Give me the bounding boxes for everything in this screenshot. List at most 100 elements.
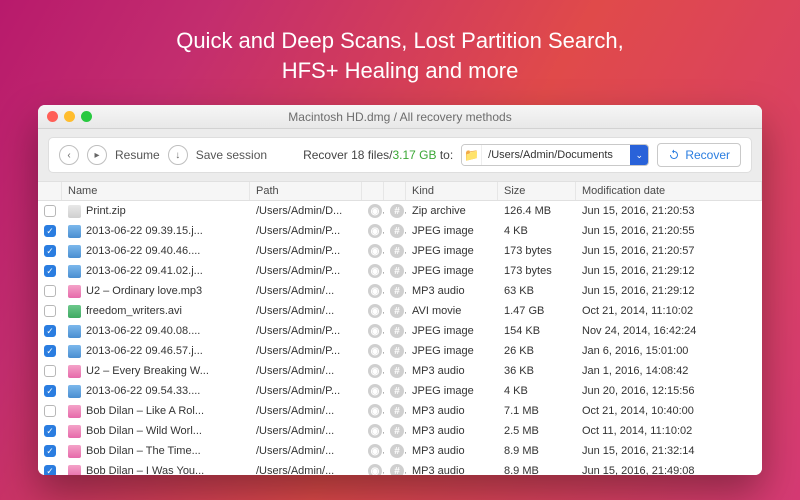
table-row[interactable]: ✓ 2013-06-22 09.39.15.j... /Users/Admin/P.… xyxy=(38,221,762,241)
recover-button[interactable]: Recover xyxy=(657,143,741,167)
file-name: Bob Dilan – The Time... xyxy=(86,445,201,457)
file-type-icon xyxy=(68,245,81,258)
file-size: 126.4 MB xyxy=(498,205,576,217)
file-size: 8.9 MB xyxy=(498,465,576,475)
hash-icon[interactable]: # xyxy=(390,224,404,238)
file-name: 2013-06-22 09.39.15.j... xyxy=(86,225,203,237)
table-row[interactable]: U2 – Ordinary love.mp3/Users/Admin/...◉#… xyxy=(38,281,762,301)
col-kind[interactable]: Kind xyxy=(406,182,498,200)
file-date: Jan 1, 2016, 14:08:42 xyxy=(576,365,762,377)
resume-button[interactable]: ▸ xyxy=(87,145,107,165)
recover-button-label: Recover xyxy=(685,148,730,162)
folder-icon: 📁 xyxy=(462,145,482,165)
row-checkbox[interactable]: ✓ xyxy=(44,425,56,437)
recover-summary: Recover 18 files/3.17 GB to: xyxy=(303,148,453,162)
row-checkbox[interactable] xyxy=(44,285,56,297)
close-icon[interactable] xyxy=(47,111,58,122)
row-checkbox[interactable] xyxy=(44,365,56,377)
preview-icon[interactable]: ◉ xyxy=(368,384,382,398)
table-row[interactable]: freedom_writers.avi/Users/Admin/...◉#AVI… xyxy=(38,301,762,321)
file-path: /Users/Admin/P... xyxy=(250,225,362,237)
row-checkbox[interactable] xyxy=(44,205,56,217)
destination-path-text: /Users/Admin/Documents xyxy=(482,149,630,161)
hash-icon[interactable]: # xyxy=(390,464,404,475)
file-size: 63 KB xyxy=(498,285,576,297)
back-button[interactable]: ‹ xyxy=(59,145,79,165)
row-checkbox[interactable]: ✓ xyxy=(44,245,56,257)
hero-text: Quick and Deep Scans, Lost Partition Sea… xyxy=(0,0,800,105)
hash-icon[interactable]: # xyxy=(390,424,404,438)
hash-icon[interactable]: # xyxy=(390,404,404,418)
row-checkbox[interactable]: ✓ xyxy=(44,445,56,457)
hash-icon[interactable]: # xyxy=(390,304,404,318)
col-preview[interactable] xyxy=(362,182,384,200)
col-date[interactable]: Modification date xyxy=(576,182,762,200)
preview-icon[interactable]: ◉ xyxy=(368,444,382,458)
hash-icon[interactable]: # xyxy=(390,264,404,278)
col-path[interactable]: Path xyxy=(250,182,362,200)
hash-icon[interactable]: # xyxy=(390,444,404,458)
preview-icon[interactable]: ◉ xyxy=(368,224,382,238)
file-date: Oct 11, 2014, 11:10:02 xyxy=(576,425,762,437)
row-checkbox[interactable]: ✓ xyxy=(44,465,56,475)
preview-icon[interactable]: ◉ xyxy=(368,264,382,278)
zoom-icon[interactable] xyxy=(81,111,92,122)
hash-icon[interactable]: # xyxy=(390,384,404,398)
file-name: U2 – Every Breaking W... xyxy=(86,365,209,377)
table-row[interactable]: ✓2013-06-22 09.40.08..../Users/Admin/P..… xyxy=(38,321,762,341)
hash-icon[interactable]: # xyxy=(390,284,404,298)
row-checkbox[interactable] xyxy=(44,305,56,317)
row-checkbox[interactable]: ✓ xyxy=(44,325,56,337)
save-session-button[interactable]: ↓ xyxy=(168,145,188,165)
preview-icon[interactable]: ◉ xyxy=(368,424,382,438)
col-size[interactable]: Size xyxy=(498,182,576,200)
preview-icon[interactable]: ◉ xyxy=(368,284,382,298)
preview-icon[interactable]: ◉ xyxy=(368,364,382,378)
file-type-icon xyxy=(68,445,81,458)
preview-icon[interactable]: ◉ xyxy=(368,404,382,418)
table-row[interactable]: ✓2013-06-22 09.41.02.j.../Users/Admin/P.… xyxy=(38,261,762,281)
toolbar: ‹ ▸ Resume ↓ Save session Recover 18 fil… xyxy=(48,137,752,173)
hash-icon[interactable]: # xyxy=(390,364,404,378)
row-checkbox[interactable] xyxy=(44,405,56,417)
row-checkbox[interactable]: ✓ xyxy=(44,265,56,277)
row-checkbox[interactable]: ✓ xyxy=(44,385,56,397)
file-name: 2013-06-22 09.46.57.j... xyxy=(86,345,203,357)
file-date: Jun 20, 2016, 12:15:56 xyxy=(576,385,762,397)
save-session-label: Save session xyxy=(196,148,267,162)
path-dropdown-icon[interactable]: ⌄ xyxy=(630,145,648,165)
file-date: Jan 6, 2016, 15:01:00 xyxy=(576,345,762,357)
col-checkbox[interactable] xyxy=(38,182,62,200)
preview-icon[interactable]: ◉ xyxy=(368,344,382,358)
row-checkbox[interactable]: ✓ xyxy=(44,225,56,237)
table-row[interactable]: U2 – Every Breaking W.../Users/Admin/...… xyxy=(38,361,762,381)
row-checkbox[interactable]: ✓ xyxy=(44,345,56,357)
col-name[interactable]: Name xyxy=(62,182,250,200)
table-row[interactable]: ✓Bob Dilan – I Was You.../Users/Admin/..… xyxy=(38,461,762,475)
file-date: Jun 15, 2016, 21:29:12 xyxy=(576,265,762,277)
preview-icon[interactable]: ◉ xyxy=(368,464,382,475)
window-controls xyxy=(47,111,92,122)
file-size: 4 KB xyxy=(498,225,576,237)
col-tag[interactable] xyxy=(384,182,406,200)
table-row[interactable]: Print.zip/Users/Admin/D...◉#Zip archive1… xyxy=(38,201,762,221)
table-row[interactable]: ✓Bob Dilan – Wild Worl.../Users/Admin/..… xyxy=(38,421,762,441)
table-row[interactable]: ✓2013-06-22 09.54.33..../Users/Admin/P..… xyxy=(38,381,762,401)
preview-icon[interactable]: ◉ xyxy=(368,204,382,218)
hash-icon[interactable]: # xyxy=(390,344,404,358)
hash-icon[interactable]: # xyxy=(390,324,404,338)
hash-icon[interactable]: # xyxy=(390,204,404,218)
file-kind: JPEG image xyxy=(406,385,498,397)
table-row[interactable]: ✓2013-06-22 09.40.46..../Users/Admin/P..… xyxy=(38,241,762,261)
preview-icon[interactable]: ◉ xyxy=(368,244,382,258)
table-row[interactable]: Bob Dilan – Like A Rol.../Users/Admin/..… xyxy=(38,401,762,421)
table-row[interactable]: ✓2013-06-22 09.46.57.j.../Users/Admin/P.… xyxy=(38,341,762,361)
app-window: Macintosh HD.dmg / All recovery methods … xyxy=(38,105,762,475)
file-date: Jun 15, 2016, 21:49:08 xyxy=(576,465,762,475)
preview-icon[interactable]: ◉ xyxy=(368,304,382,318)
table-row[interactable]: ✓Bob Dilan – The Time.../Users/Admin/...… xyxy=(38,441,762,461)
hash-icon[interactable]: # xyxy=(390,244,404,258)
destination-path-field[interactable]: 📁 /Users/Admin/Documents ⌄ xyxy=(461,144,649,166)
minimize-icon[interactable] xyxy=(64,111,75,122)
preview-icon[interactable]: ◉ xyxy=(368,324,382,338)
